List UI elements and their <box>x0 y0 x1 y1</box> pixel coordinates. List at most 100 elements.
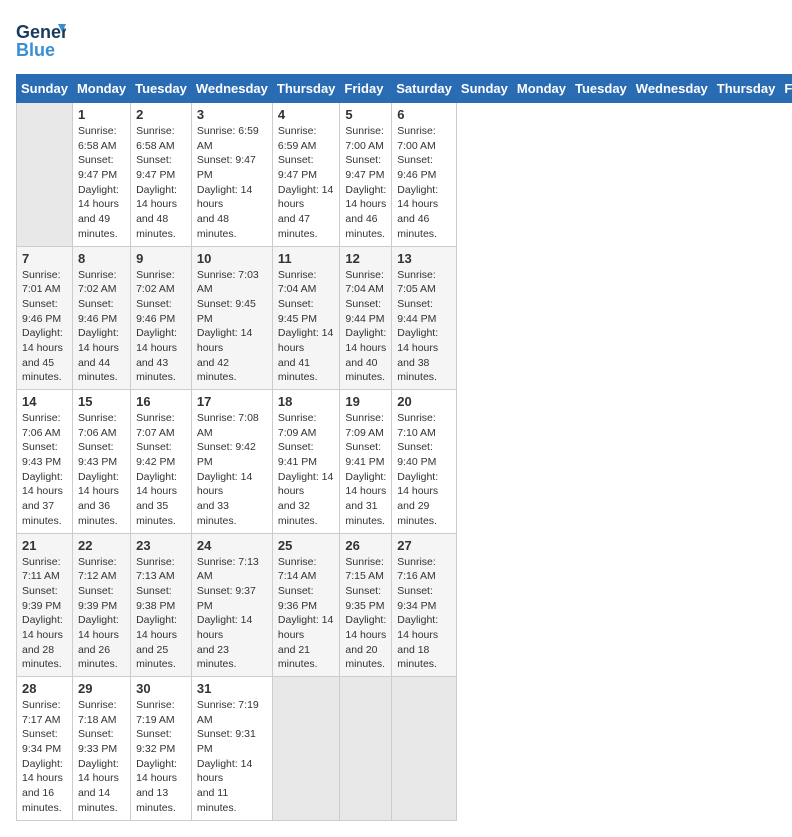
day-number: 25 <box>278 538 335 553</box>
calendar-cell: 21Sunrise: 7:11 AMSunset: 9:39 PMDayligh… <box>17 533 73 677</box>
weekday-header: Thursday <box>712 75 780 103</box>
calendar-cell: 7Sunrise: 7:01 AMSunset: 9:46 PMDaylight… <box>17 246 73 390</box>
day-info: Sunrise: 7:18 AMSunset: 9:33 PMDaylight:… <box>78 698 125 816</box>
day-number: 16 <box>136 394 186 409</box>
calendar-cell: 1Sunrise: 6:58 AMSunset: 9:47 PMDaylight… <box>72 103 130 247</box>
calendar-cell: 11Sunrise: 7:04 AMSunset: 9:45 PMDayligh… <box>272 246 340 390</box>
weekday-header-monday: Monday <box>72 75 130 103</box>
day-info: Sunrise: 6:59 AMSunset: 9:47 PMDaylight:… <box>278 124 335 242</box>
calendar-cell: 14 Sunrise: 7:06 AMSunset: 9:43 PMDayligh… <box>17 390 73 534</box>
day-info: Sunrise: 6:58 AMSunset: 9:47 PMDaylight:… <box>136 124 186 242</box>
day-number: 20 <box>397 394 451 409</box>
calendar-header-row: SundayMondayTuesdayWednesdayThursdayFrid… <box>17 75 792 103</box>
calendar-cell <box>272 677 340 821</box>
day-info: Sunrise: 7:02 AMSunset: 9:46 PMDaylight:… <box>136 268 186 386</box>
calendar-cell: 20 Sunrise: 7:10 AMSunset: 9:40 PMDayligh… <box>392 390 457 534</box>
day-number: 2 <box>136 107 186 122</box>
weekday-header: Monday <box>512 75 570 103</box>
calendar-cell: 13Sunrise: 7:05 AMSunset: 9:44 PMDayligh… <box>392 246 457 390</box>
weekday-header: Wednesday <box>631 75 712 103</box>
page-header: General Blue <box>16 16 776 66</box>
weekday-header-tuesday: Tuesday <box>131 75 192 103</box>
calendar-cell: 25 Sunrise: 7:14 AMSunset: 9:36 PMDayligh… <box>272 533 340 677</box>
calendar-cell <box>17 103 73 247</box>
day-number: 17 <box>197 394 267 409</box>
day-info: Sunrise: 7:14 AMSunset: 9:36 PMDaylight:… <box>278 555 335 673</box>
calendar-cell: 4 Sunrise: 6:59 AMSunset: 9:47 PMDaylight… <box>272 103 340 247</box>
day-info: Sunrise: 7:16 AMSunset: 9:34 PMDaylight:… <box>397 555 451 673</box>
weekday-header: Friday <box>780 75 792 103</box>
day-number: 23 <box>136 538 186 553</box>
calendar-week-row: 7Sunrise: 7:01 AMSunset: 9:46 PMDaylight… <box>17 246 792 390</box>
day-info: Sunrise: 7:12 AMSunset: 9:39 PMDaylight:… <box>78 555 125 673</box>
calendar-cell: 3 Sunrise: 6:59 AMSunset: 9:47 PMDaylight… <box>191 103 272 247</box>
calendar-week-row: 1Sunrise: 6:58 AMSunset: 9:47 PMDaylight… <box>17 103 792 247</box>
calendar-cell: 17 Sunrise: 7:08 AMSunset: 9:42 PMDayligh… <box>191 390 272 534</box>
weekday-header-sunday: Sunday <box>17 75 73 103</box>
day-number: 19 <box>345 394 386 409</box>
day-info: Sunrise: 7:06 AMSunset: 9:43 PMDaylight:… <box>78 411 125 529</box>
day-number: 6 <box>397 107 451 122</box>
day-number: 24 <box>197 538 267 553</box>
calendar-cell: 5Sunrise: 7:00 AMSunset: 9:47 PMDaylight… <box>340 103 392 247</box>
weekday-header: Sunday <box>456 75 512 103</box>
calendar-cell: 29 Sunrise: 7:18 AMSunset: 9:33 PMDayligh… <box>72 677 130 821</box>
day-number: 26 <box>345 538 386 553</box>
day-info: Sunrise: 7:11 AMSunset: 9:39 PMDaylight:… <box>22 555 67 673</box>
calendar-cell: 6 Sunrise: 7:00 AMSunset: 9:46 PMDaylight… <box>392 103 457 247</box>
calendar-cell: 12 Sunrise: 7:04 AMSunset: 9:44 PMDayligh… <box>340 246 392 390</box>
day-info: Sunrise: 6:59 AMSunset: 9:47 PMDaylight:… <box>197 124 267 242</box>
day-info: Sunrise: 7:19 AMSunset: 9:32 PMDaylight:… <box>136 698 186 816</box>
calendar-week-row: 21Sunrise: 7:11 AMSunset: 9:39 PMDayligh… <box>17 533 792 677</box>
svg-text:Blue: Blue <box>16 40 55 60</box>
day-info: Sunrise: 7:09 AMSunset: 9:41 PMDaylight:… <box>345 411 386 529</box>
calendar-week-row: 14 Sunrise: 7:06 AMSunset: 9:43 PMDayligh… <box>17 390 792 534</box>
day-info: Sunrise: 7:00 AMSunset: 9:47 PMDaylight:… <box>345 124 386 242</box>
day-info: Sunrise: 7:13 AMSunset: 9:38 PMDaylight:… <box>136 555 186 673</box>
calendar-week-row: 28 Sunrise: 7:17 AMSunset: 9:34 PMDayligh… <box>17 677 792 821</box>
calendar-cell: 31Sunrise: 7:19 AMSunset: 9:31 PMDayligh… <box>191 677 272 821</box>
day-info: Sunrise: 7:06 AMSunset: 9:43 PMDaylight:… <box>22 411 67 529</box>
calendar-cell: 15Sunrise: 7:06 AMSunset: 9:43 PMDayligh… <box>72 390 130 534</box>
day-number: 29 <box>78 681 125 696</box>
weekday-header-friday: Friday <box>340 75 392 103</box>
logo: General Blue <box>16 16 66 66</box>
day-info: Sunrise: 6:58 AMSunset: 9:47 PMDaylight:… <box>78 124 125 242</box>
calendar-cell: 16Sunrise: 7:07 AMSunset: 9:42 PMDayligh… <box>131 390 192 534</box>
day-info: Sunrise: 7:02 AMSunset: 9:46 PMDaylight:… <box>78 268 125 386</box>
calendar-cell: 27 Sunrise: 7:16 AMSunset: 9:34 PMDayligh… <box>392 533 457 677</box>
weekday-header-saturday: Saturday <box>392 75 457 103</box>
day-info: Sunrise: 7:00 AMSunset: 9:46 PMDaylight:… <box>397 124 451 242</box>
day-info: Sunrise: 7:15 AMSunset: 9:35 PMDaylight:… <box>345 555 386 673</box>
logo-icon: General Blue <box>16 16 66 66</box>
day-number: 4 <box>278 107 335 122</box>
day-info: Sunrise: 7:17 AMSunset: 9:34 PMDaylight:… <box>22 698 67 816</box>
day-number: 28 <box>22 681 67 696</box>
day-info: Sunrise: 7:08 AMSunset: 9:42 PMDaylight:… <box>197 411 267 529</box>
day-info: Sunrise: 7:04 AMSunset: 9:44 PMDaylight:… <box>345 268 386 386</box>
day-number: 18 <box>278 394 335 409</box>
day-number: 3 <box>197 107 267 122</box>
day-number: 14 <box>22 394 67 409</box>
day-number: 13 <box>397 251 451 266</box>
weekday-header-thursday: Thursday <box>272 75 340 103</box>
calendar-cell: 19 Sunrise: 7:09 AMSunset: 9:41 PMDayligh… <box>340 390 392 534</box>
calendar-cell <box>392 677 457 821</box>
calendar-cell: 30Sunrise: 7:19 AMSunset: 9:32 PMDayligh… <box>131 677 192 821</box>
calendar-cell <box>340 677 392 821</box>
day-info: Sunrise: 7:19 AMSunset: 9:31 PMDaylight:… <box>197 698 267 816</box>
day-number: 7 <box>22 251 67 266</box>
calendar-cell: 26 Sunrise: 7:15 AMSunset: 9:35 PMDayligh… <box>340 533 392 677</box>
day-info: Sunrise: 7:10 AMSunset: 9:40 PMDaylight:… <box>397 411 451 529</box>
day-number: 27 <box>397 538 451 553</box>
day-info: Sunrise: 7:09 AMSunset: 9:41 PMDaylight:… <box>278 411 335 529</box>
day-number: 11 <box>278 251 335 266</box>
day-number: 12 <box>345 251 386 266</box>
day-number: 8 <box>78 251 125 266</box>
calendar-cell: 8 Sunrise: 7:02 AMSunset: 9:46 PMDaylight… <box>72 246 130 390</box>
calendar-cell: 24Sunrise: 7:13 AMSunset: 9:37 PMDayligh… <box>191 533 272 677</box>
calendar-cell: 2 Sunrise: 6:58 AMSunset: 9:47 PMDaylight… <box>131 103 192 247</box>
day-info: Sunrise: 7:03 AMSunset: 9:45 PMDaylight:… <box>197 268 267 386</box>
day-number: 9 <box>136 251 186 266</box>
weekday-header: Tuesday <box>571 75 632 103</box>
